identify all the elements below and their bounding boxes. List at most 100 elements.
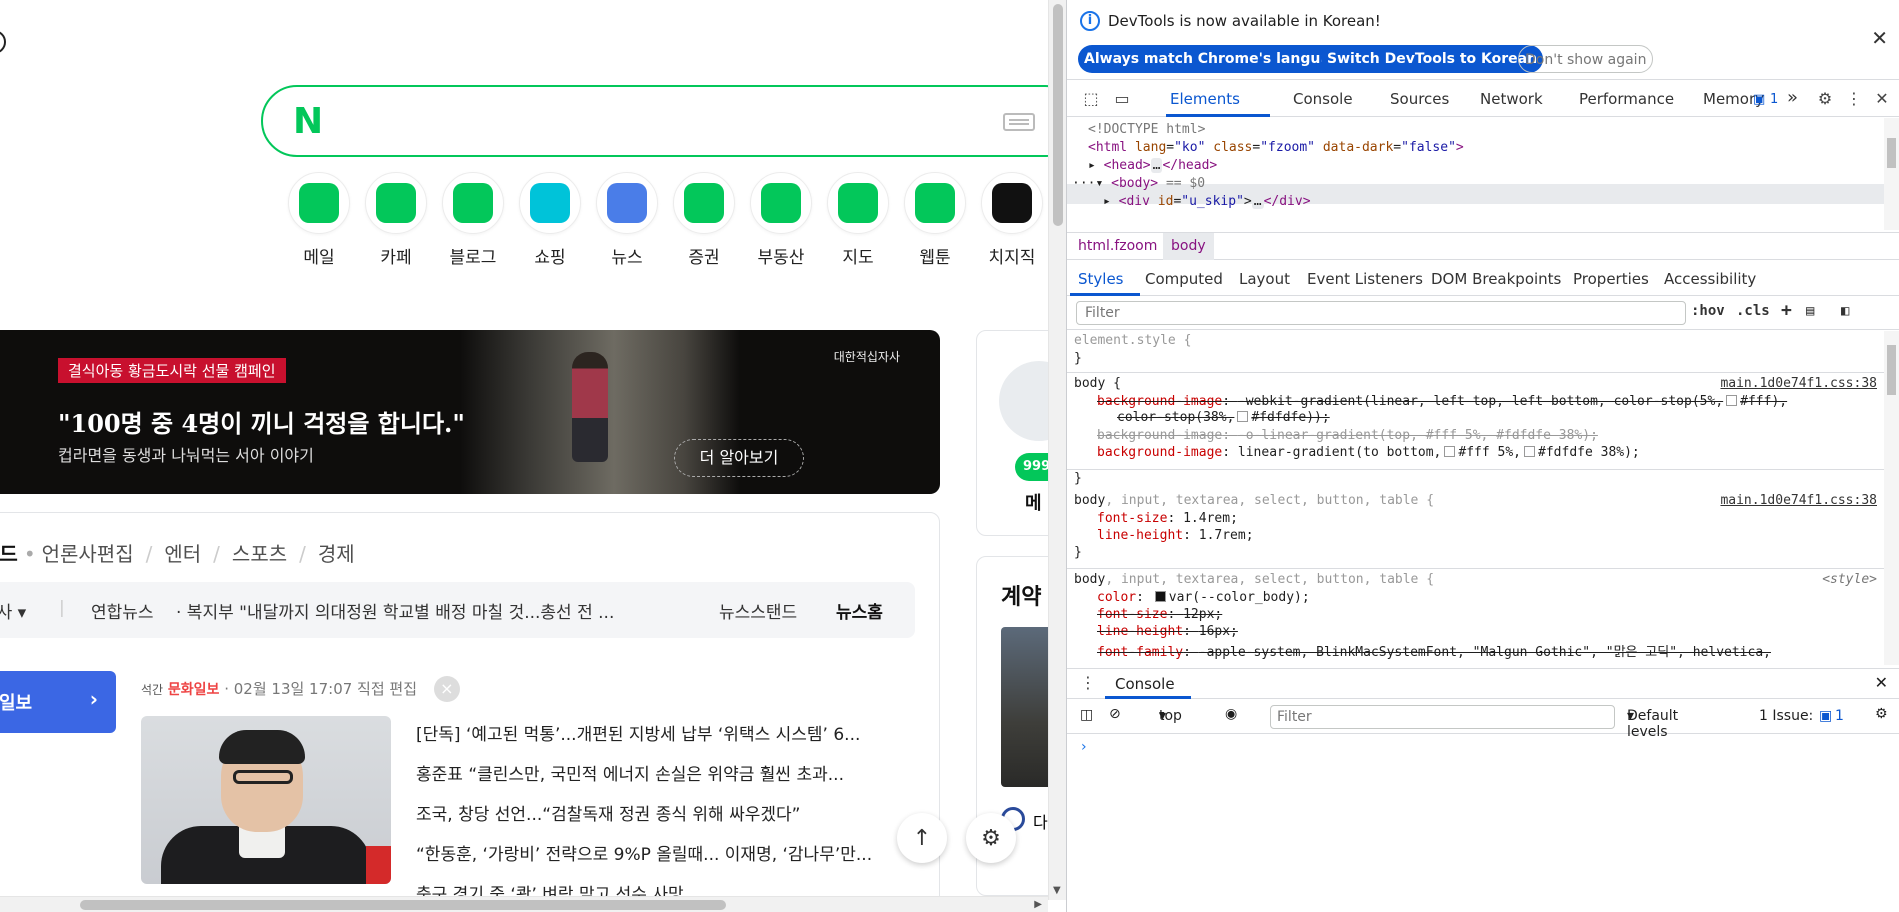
tab-event-listeners[interactable]: Event Listeners bbox=[1307, 270, 1423, 288]
tab-layout[interactable]: Layout bbox=[1239, 270, 1290, 288]
side-image[interactable] bbox=[1001, 627, 1048, 787]
add-rule-icon[interactable]: + bbox=[1781, 300, 1792, 321]
scroll-top-button[interactable]: ↑ bbox=[897, 813, 947, 863]
source-link[interactable]: main.1d0e74f1.css:38 bbox=[1720, 493, 1877, 508]
tab-sports[interactable]: 스포츠 bbox=[232, 542, 287, 566]
style-prop[interactable]: background-image: -webkit-gradient(linea… bbox=[1097, 394, 1787, 409]
ticker-headline[interactable]: · 복지부 "내달까지 의대정원 학교별 배정 마칠 것...총선 전 ... bbox=[176, 598, 614, 623]
avatar[interactable] bbox=[999, 361, 1048, 441]
kebab-menu-icon[interactable]: ⋮ bbox=[1844, 89, 1864, 109]
sidebar-icon[interactable]: ◫ bbox=[1080, 707, 1093, 723]
shortcut-blog[interactable]: 블로그 bbox=[442, 172, 504, 268]
style-prop[interactable]: color: var(--color_body); bbox=[1097, 590, 1310, 605]
search-box[interactable]: N bbox=[261, 85, 1048, 157]
shortcut-mail[interactable]: 메일 bbox=[288, 172, 350, 268]
issues-count[interactable]: 1 bbox=[1770, 92, 1778, 107]
dom-head-line[interactable]: ▸ <head>… </head> bbox=[1088, 158, 1217, 173]
shortcut-cafe[interactable]: 카페 bbox=[365, 172, 427, 268]
close-icon[interactable]: ✕ bbox=[1875, 673, 1888, 692]
switch-korean-button[interactable]: Switch DevTools to Korean bbox=[1321, 45, 1544, 73]
issues-icon[interactable]: ▣ bbox=[1753, 92, 1765, 107]
ad-banner[interactable]: 결식아동 황금도시락 선물 캠페인 "100명 중 4명이 끼니 걱정을 합니다… bbox=[0, 330, 940, 494]
learn-more-button[interactable]: 더 알아보기 bbox=[674, 439, 804, 477]
clear-console-icon[interactable]: ⊘ bbox=[1109, 706, 1121, 722]
styles-filter-input[interactable]: Filter bbox=[1076, 301, 1686, 325]
rule-selector[interactable]: element.style { bbox=[1074, 333, 1191, 348]
console-filter-input[interactable]: Filter bbox=[1270, 705, 1615, 729]
close-icon[interactable]: ✕ bbox=[1871, 26, 1888, 50]
dom-body-line[interactable]: ···▾ <body> == $0 bbox=[1072, 176, 1205, 191]
style-prop[interactable]: background-image: -o-linear-gradient(top… bbox=[1097, 428, 1598, 443]
keyboard-icon[interactable] bbox=[1003, 113, 1035, 131]
headline-item[interactable]: “한동훈, ‘가랑비’ 전략으로 9%P 올릴때... 이재명, ‘감나무’만.… bbox=[416, 835, 872, 875]
styles-scrollbar[interactable] bbox=[1884, 331, 1899, 665]
headline-item[interactable]: 조국, 창당 선언...“검찰독재 정권 종식 위해 싸우겠다” bbox=[416, 795, 872, 835]
style-prop[interactable]: font-family: -apple-system, BlinkMacSyst… bbox=[1097, 641, 1771, 660]
rule-selector[interactable]: body { bbox=[1074, 376, 1121, 391]
tab-entertainment[interactable]: 엔터 bbox=[164, 542, 201, 566]
dom-html-line[interactable]: <html lang="ko" class="fzoom" data-dark=… bbox=[1088, 140, 1464, 155]
source-link[interactable]: main.1d0e74f1.css:38 bbox=[1720, 376, 1877, 391]
issues-icon[interactable]: ▣ bbox=[1819, 708, 1832, 724]
shortcut-chzzk[interactable]: 치지직 bbox=[981, 172, 1043, 268]
style-prop[interactable]: line-height: 1.7rem; bbox=[1097, 528, 1254, 543]
tab-dom-breakpoints[interactable]: DOM Breakpoints bbox=[1431, 270, 1561, 288]
tab-console[interactable]: Console bbox=[1293, 90, 1353, 108]
tab-elements[interactable]: Elements bbox=[1170, 90, 1240, 108]
gear-icon[interactable]: ⚙ bbox=[1815, 89, 1835, 109]
shortcut-shopping[interactable]: 쇼핑 bbox=[519, 172, 581, 268]
style-prop[interactable]: font-size: 12px; bbox=[1097, 607, 1222, 622]
tab-sources[interactable]: Sources bbox=[1390, 90, 1449, 108]
dom-div-line[interactable]: ▸ <div id="u_skip">… </div> bbox=[1103, 194, 1311, 209]
gear-icon[interactable]: ⚙ bbox=[1875, 706, 1888, 722]
sidebar-toggle-icon[interactable]: ◧ bbox=[1841, 303, 1849, 319]
tab-console-drawer[interactable]: Console bbox=[1115, 675, 1175, 693]
dont-show-button[interactable]: Don't show again bbox=[1518, 45, 1654, 73]
headline-item[interactable]: [단독] ‘예고된 먹통’...개편된 지방세 납부 ‘위택스 시스템’ 6..… bbox=[416, 715, 872, 755]
shortcut-news[interactable]: 뉴스 bbox=[596, 172, 658, 268]
paint-icon[interactable]: ▤ bbox=[1806, 303, 1814, 319]
settings-button[interactable]: ⚙ bbox=[966, 813, 1016, 863]
mail-label[interactable]: 메 bbox=[1025, 489, 1042, 515]
inspect-icon[interactable]: ⬚ bbox=[1081, 89, 1101, 109]
shortcut-webtoon[interactable]: 웹툰 bbox=[904, 172, 966, 268]
news-thumbnail[interactable] bbox=[141, 716, 391, 884]
press-dropdown[interactable]: 론사 ▾ bbox=[0, 598, 26, 623]
horizontal-scrollbar[interactable]: ▶ bbox=[0, 896, 1048, 912]
naver-logo[interactable]: N bbox=[293, 101, 323, 142]
more-tabs-icon[interactable]: » bbox=[1787, 87, 1798, 108]
tab-styles[interactable]: Styles bbox=[1078, 270, 1124, 288]
style-prop[interactable]: background-image: linear-gradient(to bot… bbox=[1097, 445, 1640, 460]
console-prompt[interactable]: › bbox=[1081, 739, 1087, 755]
rule-selector[interactable]: body, input, textarea, select, button, t… bbox=[1074, 572, 1434, 587]
hov-toggle[interactable]: :hov bbox=[1691, 303, 1725, 319]
vertical-scrollbar[interactable]: ▼ bbox=[1048, 0, 1066, 900]
dom-scrollbar[interactable] bbox=[1884, 118, 1899, 230]
drawer-menu-icon[interactable]: ⋮ bbox=[1080, 673, 1096, 692]
source-link[interactable]: <style> bbox=[1822, 572, 1877, 587]
shortcut-stock[interactable]: 증권 bbox=[673, 172, 735, 268]
device-toolbar-icon[interactable]: ▭ bbox=[1112, 89, 1132, 109]
context-select[interactable]: top ▾ bbox=[1159, 708, 1182, 724]
issues-count[interactable]: 1 bbox=[1835, 708, 1844, 724]
issues-label[interactable]: 1 Issue: bbox=[1759, 708, 1813, 724]
headline-item[interactable]: 홍준표 “클린스만, 국민적 에너지 손실은 위약금 훨씬 초과... bbox=[416, 755, 872, 795]
eye-icon[interactable]: ◉ bbox=[1225, 706, 1237, 722]
tab-press-edit[interactable]: 언론사편집 bbox=[42, 542, 134, 566]
newsstand-link[interactable]: 뉴스스탠드 bbox=[719, 598, 797, 623]
close-icon[interactable]: × bbox=[433, 676, 460, 702]
press-name[interactable]: 문화일보 bbox=[168, 682, 220, 698]
dom-doctype[interactable]: <!DOCTYPE html> bbox=[1088, 122, 1205, 137]
shortcut-realestate[interactable]: 부동산 bbox=[750, 172, 812, 268]
levels-dropdown[interactable]: Default levels ▾ bbox=[1627, 708, 1678, 740]
tab-newsstand[interactable]: 랜드 bbox=[0, 542, 18, 566]
tab-economy[interactable]: 경제 bbox=[318, 542, 355, 566]
cls-toggle[interactable]: .cls bbox=[1736, 303, 1770, 319]
tab-network[interactable]: Network bbox=[1480, 90, 1543, 108]
ticker-source[interactable]: 연합뉴스 bbox=[91, 598, 154, 623]
shortcut-map[interactable]: 지도 bbox=[827, 172, 889, 268]
style-prop[interactable]: line-height: 16px; bbox=[1097, 624, 1238, 639]
rule-selector[interactable]: body, input, textarea, select, button, t… bbox=[1074, 493, 1434, 508]
close-icon[interactable]: ✕ bbox=[1872, 89, 1892, 109]
tab-performance[interactable]: Performance bbox=[1579, 90, 1674, 108]
